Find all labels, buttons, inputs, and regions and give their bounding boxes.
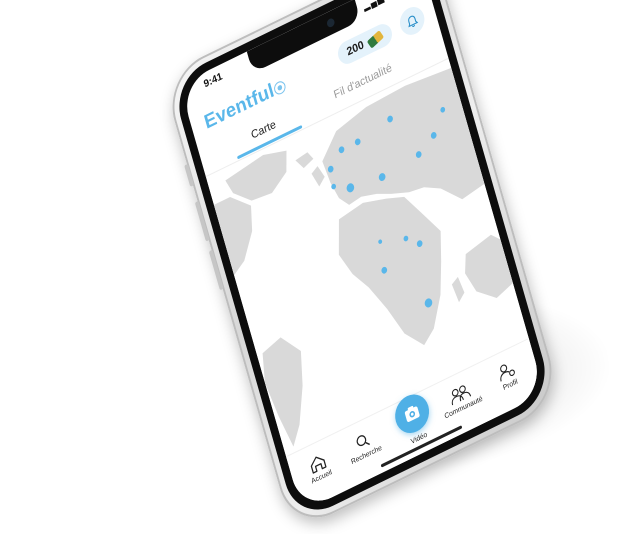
uk-landmass (311, 166, 325, 187)
nav-profil[interactable]: Profil (480, 350, 536, 400)
madagascar-landmass (451, 276, 465, 303)
location-pin-icon: ⦿ (271, 77, 289, 99)
status-time: 9:41 (202, 70, 224, 91)
iceland-landmass (295, 152, 314, 169)
points-count: 200 (345, 38, 366, 59)
mute-switch (184, 163, 194, 187)
ticket-icon (366, 29, 384, 49)
bell-icon (408, 15, 419, 27)
front-camera (326, 17, 336, 29)
notification-button[interactable] (396, 2, 428, 40)
